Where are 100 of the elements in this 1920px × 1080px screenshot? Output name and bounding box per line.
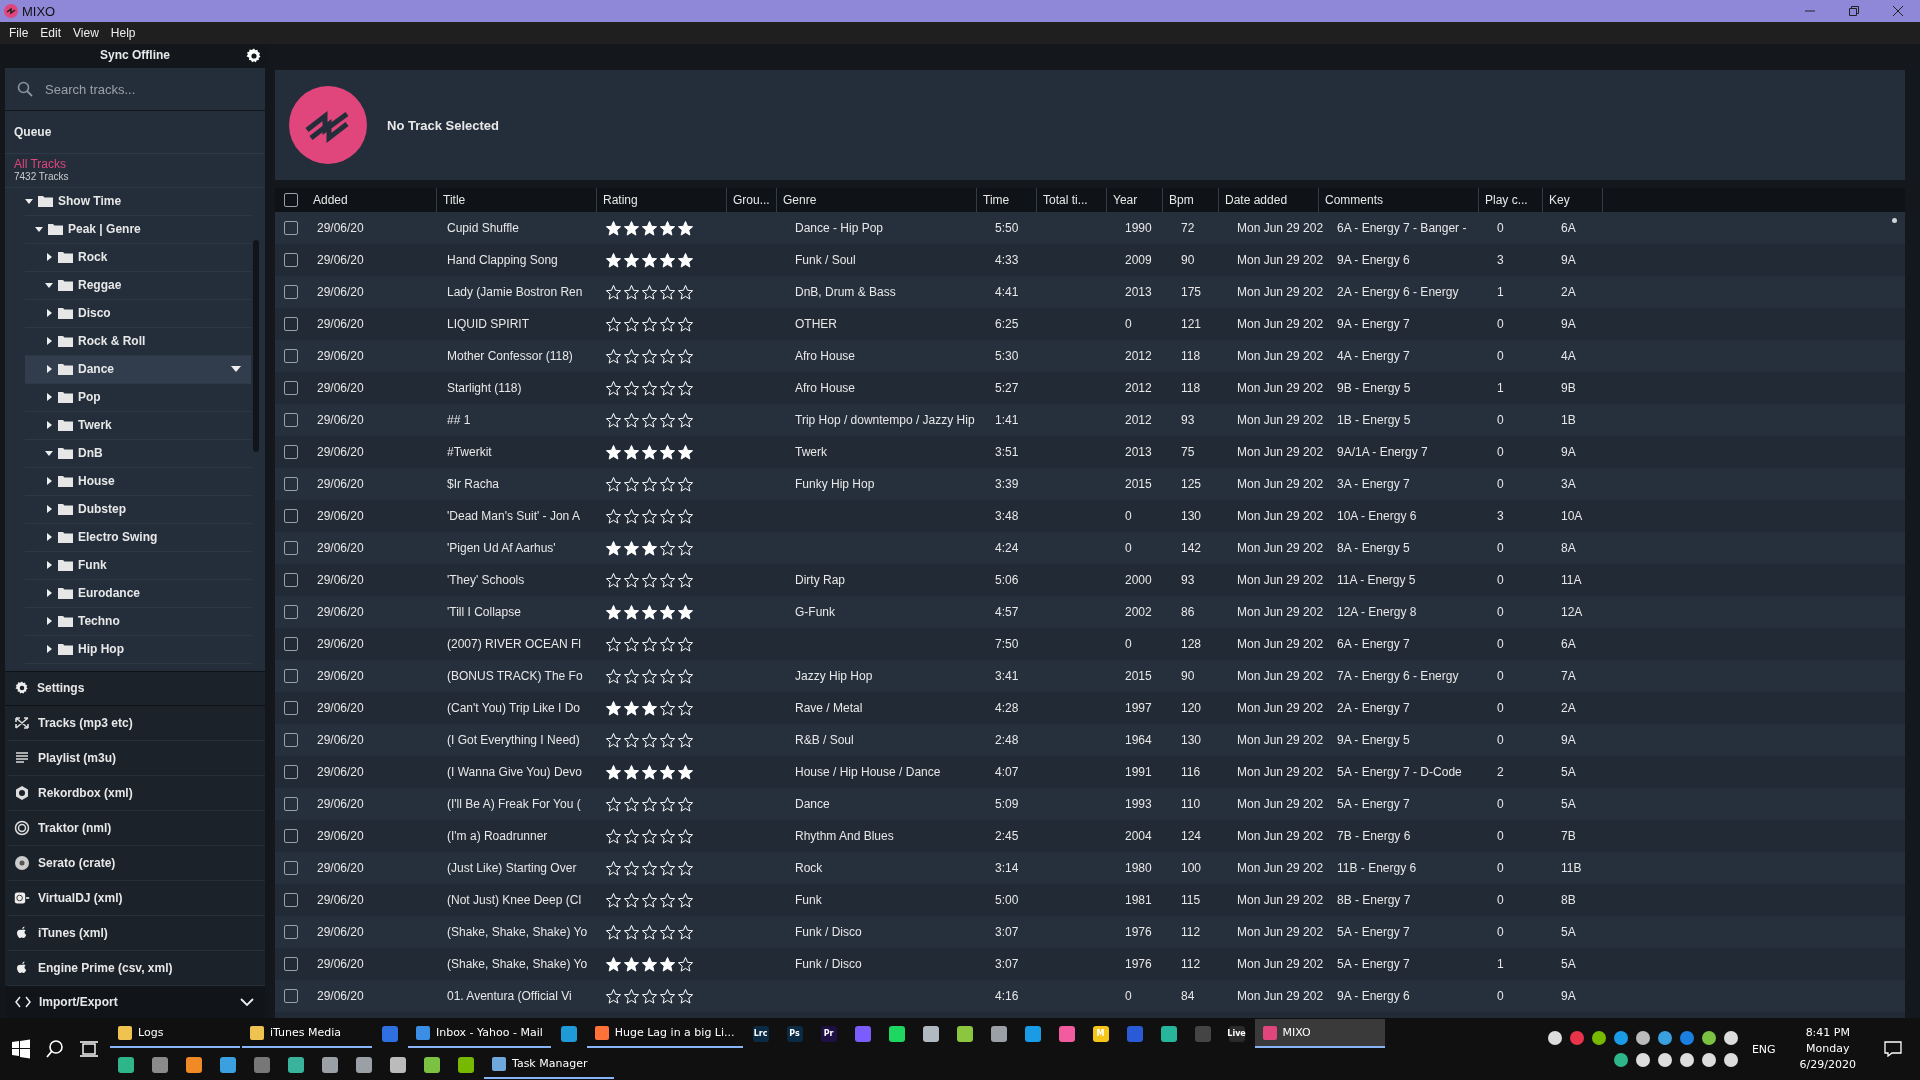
tree-item[interactable]: House <box>25 467 251 496</box>
checkbox[interactable] <box>284 701 298 715</box>
clock[interactable]: 8:41 PM Monday 6/29/2020 <box>1789 1025 1866 1073</box>
tree-item[interactable]: Hip Hop <box>25 635 251 664</box>
all-tracks-item[interactable]: All Tracks 7432 Tracks <box>5 153 265 188</box>
expand-arrow-icon[interactable] <box>45 505 53 514</box>
tree-item[interactable]: Dubstep <box>25 495 251 524</box>
tree-item[interactable]: Twerk <box>25 411 251 440</box>
expand-arrow-icon[interactable] <box>45 365 53 374</box>
tray-icon[interactable] <box>1657 1031 1672 1045</box>
checkbox[interactable] <box>284 285 298 299</box>
app-icon[interactable] <box>322 1056 338 1073</box>
taskbar-button[interactable]: Logs <box>110 1019 240 1048</box>
taskbar-button[interactable]: iTunes Media <box>242 1019 372 1048</box>
tree-item[interactable]: Rock <box>25 243 251 272</box>
column-header[interactable]: Play c... <box>1485 193 1528 207</box>
settings-item[interactable]: Settings <box>5 670 265 707</box>
app-icon[interactable] <box>888 1025 905 1042</box>
column-header[interactable]: Added <box>313 193 348 207</box>
app-icon[interactable] <box>186 1056 202 1073</box>
expand-arrow-icon[interactable] <box>45 421 53 430</box>
taskbar-button[interactable]: MIXO <box>1254 1019 1385 1048</box>
checkbox[interactable] <box>284 829 298 843</box>
scrollbar[interactable] <box>253 239 259 452</box>
search-field[interactable]: Search tracks... <box>5 68 265 111</box>
checkbox[interactable] <box>284 477 298 491</box>
checkbox[interactable] <box>284 253 298 267</box>
tray-icon[interactable] <box>1547 1031 1562 1045</box>
tray-icon[interactable] <box>1701 1053 1716 1067</box>
checkbox[interactable] <box>284 349 298 363</box>
expand-arrow-icon[interactable] <box>45 561 53 570</box>
app-icon[interactable] <box>288 1056 304 1073</box>
tray-icon[interactable] <box>1723 1053 1738 1067</box>
tray-icon[interactable] <box>1723 1031 1738 1045</box>
tree-item[interactable]: Peak | Genre <box>25 215 251 244</box>
app-icon[interactable] <box>956 1025 973 1042</box>
column-header[interactable]: Rating <box>603 193 638 207</box>
app-icon[interactable] <box>854 1025 871 1042</box>
app-icon[interactable] <box>1058 1025 1075 1042</box>
restore-icon[interactable] <box>1849 6 1859 16</box>
expand-arrow-icon[interactable] <box>45 645 53 654</box>
checkbox[interactable] <box>284 509 298 523</box>
tree-item[interactable]: Eurodance <box>25 579 251 608</box>
scrollbar[interactable] <box>1892 218 1897 223</box>
checkbox[interactable] <box>284 413 298 427</box>
expand-arrow-icon[interactable] <box>45 617 53 626</box>
settings-icon[interactable] <box>246 48 262 64</box>
checkbox[interactable] <box>284 573 298 587</box>
checkbox[interactable] <box>284 765 298 779</box>
column-header[interactable]: Comments <box>1325 193 1383 207</box>
tree-item[interactable]: Techno <box>25 607 251 636</box>
tray-icon[interactable] <box>1657 1053 1672 1067</box>
format-item[interactable]: Playlist (m3u) <box>8 741 265 777</box>
tray-icon[interactable] <box>1679 1053 1694 1067</box>
format-item[interactable]: Tracks (mp3 etc) <box>8 706 265 742</box>
app-icon[interactable]: Pr <box>820 1025 837 1042</box>
checkbox[interactable] <box>284 637 298 651</box>
expand-arrow-icon[interactable] <box>45 533 53 542</box>
tray-icon[interactable] <box>1635 1053 1650 1067</box>
checkbox[interactable] <box>284 797 298 811</box>
app-icon[interactable] <box>1024 1025 1041 1042</box>
checkbox[interactable] <box>284 925 298 939</box>
queue-link[interactable]: Queue <box>14 124 52 139</box>
format-item[interactable]: Serato (crate) <box>8 846 265 882</box>
app-icon[interactable] <box>356 1056 372 1073</box>
app-icon[interactable] <box>254 1056 270 1073</box>
format-item[interactable]: iTunes (xml) <box>8 916 265 952</box>
tray-icon[interactable] <box>1613 1053 1628 1067</box>
app-icon[interactable] <box>922 1025 939 1042</box>
checkbox[interactable] <box>284 957 298 971</box>
column-header[interactable]: Grou... <box>733 193 770 207</box>
column-header[interactable]: Total ti... <box>1043 193 1088 207</box>
expand-arrow-icon[interactable] <box>25 197 33 206</box>
tree-item[interactable]: Show Time <box>25 187 251 216</box>
checkbox[interactable] <box>284 989 298 1003</box>
app-icon[interactable]: Lrc <box>752 1025 769 1042</box>
checkbox[interactable] <box>284 733 298 747</box>
column-header[interactable]: Year <box>1113 193 1138 207</box>
column-header[interactable]: Date added <box>1225 193 1288 207</box>
column-header[interactable]: Time <box>983 193 1010 207</box>
app-icon[interactable] <box>990 1025 1007 1042</box>
tree-item[interactable]: Dance <box>25 355 251 384</box>
checkbox[interactable] <box>284 221 298 235</box>
expand-arrow-icon[interactable] <box>45 253 53 262</box>
expand-arrow-icon[interactable] <box>45 281 53 290</box>
format-item[interactable]: Traktor (nml) <box>8 811 265 847</box>
app-icon[interactable] <box>458 1056 474 1073</box>
tree-item[interactable]: Electro Swing <box>25 523 251 552</box>
app-icon[interactable] <box>382 1025 398 1042</box>
expand-arrow-icon[interactable] <box>45 589 53 598</box>
menu-item[interactable]: File <box>4 24 34 42</box>
menu-item[interactable]: View <box>68 24 104 42</box>
checkbox[interactable] <box>284 317 298 331</box>
app-icon[interactable] <box>118 1056 134 1073</box>
column-header[interactable]: Title <box>443 193 466 207</box>
search-input[interactable]: Search tracks... <box>43 80 253 98</box>
checkbox[interactable] <box>284 669 298 683</box>
checkbox[interactable] <box>284 445 298 459</box>
app-icon[interactable] <box>1160 1025 1177 1042</box>
menu-item[interactable]: Help <box>105 24 141 42</box>
